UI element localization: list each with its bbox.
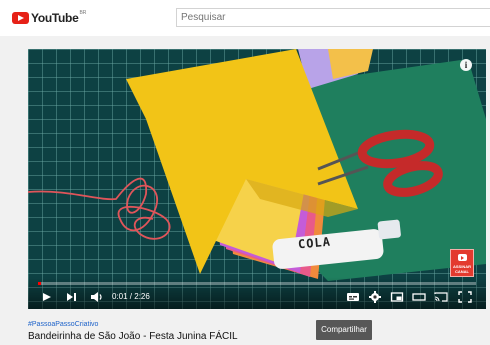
youtube-page: YouTube BR Pesquisar COLA i ASSINAR CANA… — [0, 0, 490, 345]
progress-fill — [38, 282, 42, 285]
youtube-play-icon — [12, 12, 29, 24]
hashtag-link[interactable]: #PassoaPassoCriativo — [28, 321, 98, 328]
search-input[interactable] — [176, 8, 490, 27]
progress-bar[interactable] — [38, 282, 476, 285]
time-display: 0:01 / 2:26 — [112, 292, 150, 301]
top-bar: YouTube BR — [0, 0, 490, 36]
volume-icon[interactable] — [90, 290, 104, 304]
video-title: Bandeirinha de São João - Festa Junina F… — [28, 331, 238, 342]
logo-region: BR — [79, 10, 87, 16]
settings-icon[interactable] — [368, 290, 382, 304]
player-controls: 0:01 / 2:26 — [28, 277, 486, 309]
youtube-logo[interactable]: YouTube BR — [12, 9, 86, 27]
next-icon[interactable] — [66, 290, 78, 304]
cast-icon[interactable] — [434, 290, 448, 304]
subscribe-label: ASSINAR CANAL — [452, 264, 471, 274]
theater-icon[interactable] — [412, 290, 426, 304]
subtitles-icon[interactable] — [346, 290, 360, 304]
glue-label: COLA — [297, 234, 332, 252]
play-icon[interactable] — [42, 290, 52, 304]
subscribe-watermark[interactable]: ASSINAR CANAL — [450, 249, 474, 277]
video-frame — [28, 49, 486, 281]
share-button[interactable]: Compartilhar — [316, 320, 372, 340]
fullscreen-icon[interactable] — [458, 290, 472, 304]
red-string — [28, 177, 171, 240]
miniplayer-icon[interactable] — [390, 290, 404, 304]
info-icon[interactable]: i — [460, 59, 472, 71]
video-player[interactable]: COLA i ASSINAR CANAL 0:01 / 2:26 — [28, 49, 486, 309]
youtube-play-icon — [458, 254, 467, 261]
logo-text: YouTube — [31, 11, 79, 25]
